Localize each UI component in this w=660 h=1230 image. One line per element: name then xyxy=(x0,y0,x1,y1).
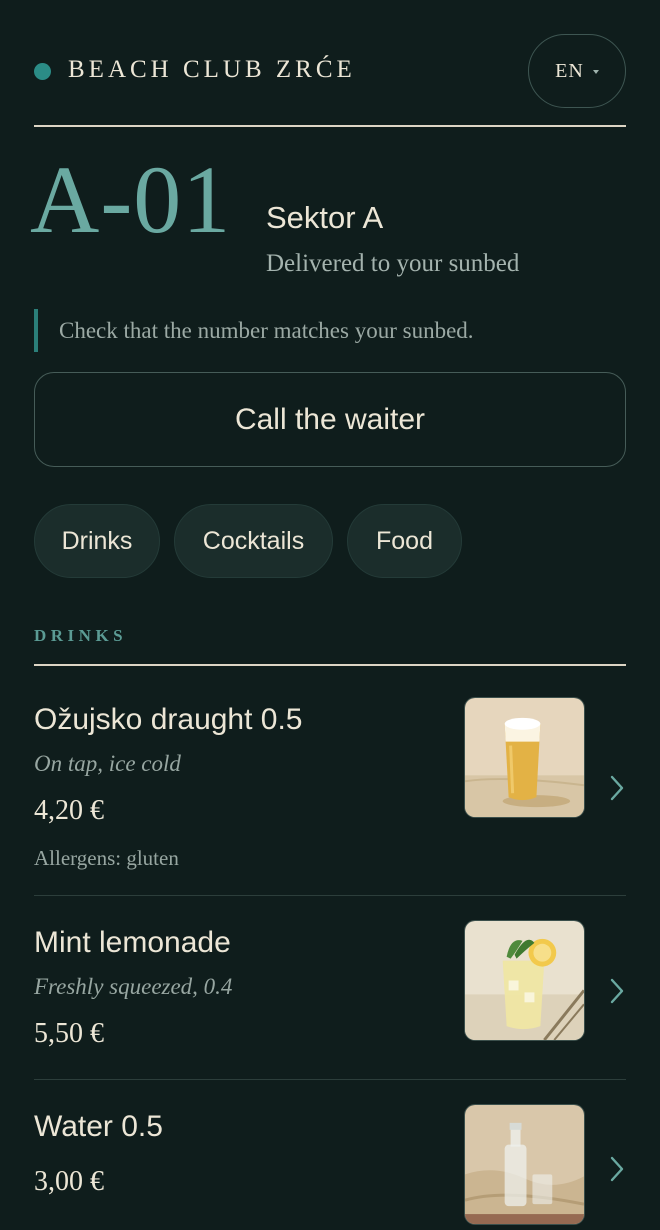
tab-drinks[interactable]: Drinks xyxy=(34,504,160,578)
tab-label: Cocktails xyxy=(202,526,305,555)
tab-label: Drinks xyxy=(61,526,133,555)
item-divider xyxy=(34,895,626,896)
item-price: 5,50 € xyxy=(34,1018,104,1049)
chevron-right-icon xyxy=(608,1155,626,1183)
header-divider xyxy=(34,125,626,127)
item-name: Mint lemonade xyxy=(34,926,231,959)
delivery-note: Delivered to your sunbed xyxy=(266,250,520,277)
item-price: 4,20 € xyxy=(34,795,104,826)
lemonade-glass-photo xyxy=(464,920,585,1041)
item-allergens: Allergens: gluten xyxy=(34,846,179,870)
menu-item-mint-lemonade[interactable]: Mint lemonade Freshly squeezed, 0.4 5,50… xyxy=(34,920,626,1066)
chevron-right-icon xyxy=(608,774,626,802)
chevron-right-icon xyxy=(608,977,626,1005)
call-waiter-label: Call the waiter xyxy=(234,402,426,436)
caret-down-icon xyxy=(592,70,599,74)
item-divider xyxy=(34,1079,626,1080)
item-price: 3,00 € xyxy=(34,1166,104,1197)
menu-item-water[interactable]: Water 0.5 3,00 € xyxy=(34,1104,626,1230)
tab-label: Food xyxy=(376,526,433,555)
item-description: Freshly squeezed, 0.4 xyxy=(34,974,233,999)
beer-glass-photo xyxy=(464,697,585,818)
sunbed-check-notice: Check that the number matches your sunbe… xyxy=(34,309,626,352)
item-description: On tap, ice cold xyxy=(34,751,181,776)
item-name: Water 0.5 xyxy=(34,1110,163,1143)
language-label: EN xyxy=(555,59,584,82)
water-bottle-photo xyxy=(464,1104,585,1225)
tab-cocktails[interactable]: Cocktails xyxy=(174,504,333,578)
sunbed-number: A-01 xyxy=(30,146,232,253)
notice-text: Check that the number matches your sunbe… xyxy=(59,318,474,343)
section-title: DRINKS xyxy=(34,626,128,645)
section-divider xyxy=(34,664,626,666)
item-name: Ožujsko draught 0.5 xyxy=(34,703,303,736)
menu-item-ozujsko[interactable]: Ožujsko draught 0.5 On tap, ice cold 4,2… xyxy=(34,697,626,878)
status-dot-icon xyxy=(34,63,51,80)
brand-name: BEACH CLUB ZRĆE xyxy=(68,56,356,83)
call-waiter-button[interactable]: Call the waiter xyxy=(34,372,626,467)
language-selector[interactable]: EN xyxy=(528,34,626,108)
header: BEACH CLUB ZRĆE EN xyxy=(34,34,626,108)
sunbed-sector: Sektor A xyxy=(266,200,384,235)
tab-food[interactable]: Food xyxy=(347,504,462,578)
